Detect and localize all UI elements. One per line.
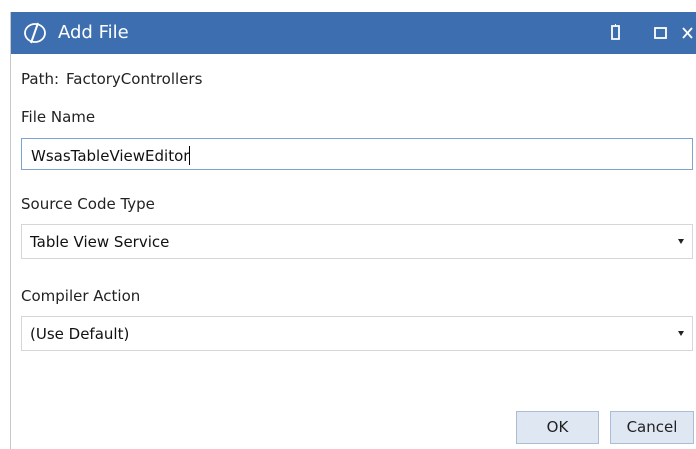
- source-code-type-select[interactable]: Table View Service: [21, 224, 693, 259]
- file-name-value: WsasTableViewEditor: [31, 146, 191, 165]
- restore-icon[interactable]: [652, 23, 672, 43]
- dropdown-arrow-icon[interactable]: [678, 331, 684, 336]
- compiler-action-select[interactable]: (Use Default): [21, 316, 693, 351]
- file-name-label: File Name: [21, 108, 96, 126]
- cancel-button[interactable]: Cancel: [610, 411, 694, 444]
- pin-icon[interactable]: [606, 23, 626, 43]
- source-code-type-value: Table View Service: [30, 233, 170, 251]
- add-file-dialog: Add File Path: FactoryControllers File Na…: [10, 12, 696, 449]
- source-code-type-label: Source Code Type: [21, 195, 155, 213]
- ok-button[interactable]: OK: [516, 411, 599, 444]
- compiler-action-label: Compiler Action: [21, 287, 141, 305]
- background-strip: [0, 0, 696, 12]
- path-row: Path: FactoryControllers: [21, 70, 202, 88]
- path-value: FactoryControllers: [66, 70, 203, 88]
- path-label: Path:: [21, 70, 60, 88]
- file-name-input[interactable]: WsasTableViewEditor: [21, 138, 693, 170]
- compiler-action-value: (Use Default): [30, 325, 130, 343]
- close-icon[interactable]: [679, 23, 696, 43]
- text-caret: [189, 146, 191, 165]
- dropdown-arrow-icon[interactable]: [678, 239, 684, 244]
- title-bar[interactable]: Add File: [11, 12, 696, 54]
- dialog-title: Add File: [58, 22, 129, 43]
- app-logo-icon: [24, 22, 46, 44]
